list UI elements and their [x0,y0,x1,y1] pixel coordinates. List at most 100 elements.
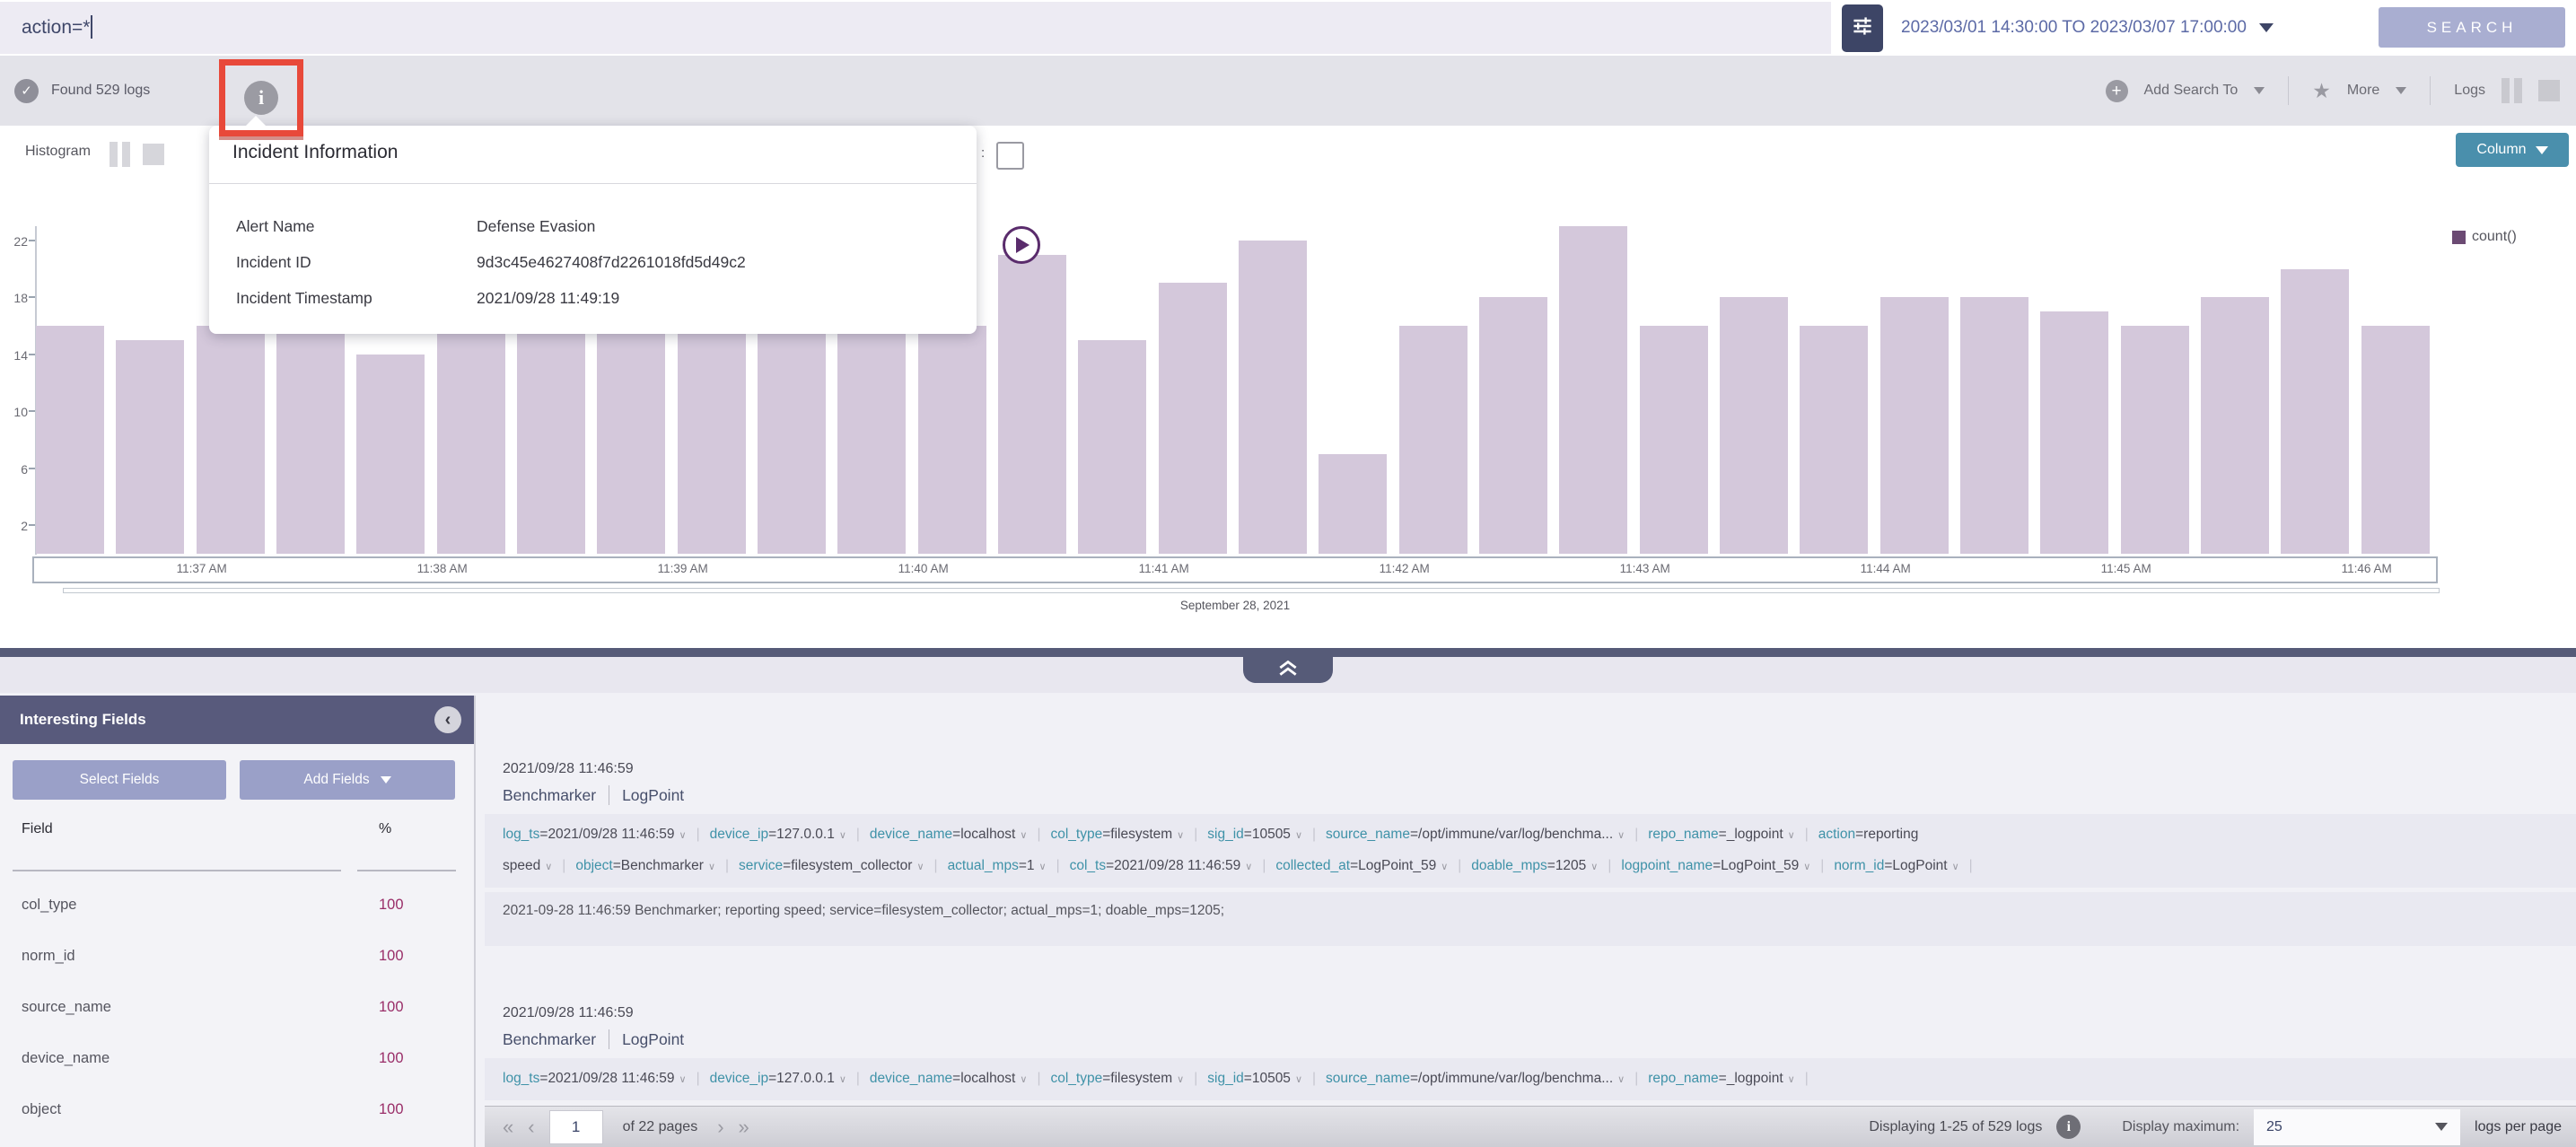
log-norm-policy[interactable]: LogPoint [622,1030,684,1049]
field-value[interactable]: filesystem_collector [791,858,912,873]
field-value[interactable]: _logpoint [1727,827,1783,842]
log-field-chip[interactable]: col_ts=2021/09/28 11:46:59∨ [1070,858,1253,873]
log-source[interactable]: Benchmarker [503,786,596,805]
field-key[interactable]: actual_mps [948,858,1019,873]
histogram-checkbox[interactable] [996,142,1024,170]
log-field-chip[interactable]: device_ip=127.0.0.1∨ [710,1071,846,1086]
field-key[interactable]: sig_id [1207,1071,1244,1086]
log-norm-policy[interactable]: LogPoint [622,786,684,805]
chevron-down-icon[interactable]: ∨ [1788,830,1795,841]
histogram-bar[interactable] [2040,311,2108,554]
log-field-chip[interactable]: service=filesystem_collector∨ [739,858,924,873]
logs-per-page-select[interactable]: 25 [2254,1109,2460,1145]
collapse-histogram-tab[interactable] [1243,656,1333,683]
log-source[interactable]: Benchmarker [503,1030,596,1049]
last-page-button[interactable]: » [739,1117,749,1137]
histogram-bar[interactable] [998,255,1066,554]
histogram-bar[interactable] [2281,269,2349,554]
log-field-chip[interactable]: collected_at=LogPoint_59∨ [1275,858,1448,873]
next-page-button[interactable]: › [717,1117,723,1137]
field-key[interactable]: repo_name [1648,1071,1718,1086]
histogram-bar[interactable] [678,326,746,554]
field-value[interactable]: filesystem [1110,1071,1172,1086]
field-key[interactable]: device_ip [710,827,769,842]
chevron-down-icon[interactable]: ∨ [1295,1074,1302,1085]
log-field-chip[interactable]: source_name=/opt/immune/var/log/benchma.… [1326,1071,1625,1086]
histogram-bar[interactable] [517,326,585,554]
field-key[interactable]: source_name [1326,827,1410,842]
chevron-down-icon[interactable]: ∨ [1441,862,1448,872]
field-key[interactable]: log_ts [503,1071,539,1086]
histogram-bar[interactable] [2201,297,2269,554]
x-axis-strip[interactable]: 11:37 AM11:38 AM11:39 AM11:40 AM11:41 AM… [32,556,2438,583]
play-icon[interactable] [1003,226,1040,264]
field-value[interactable]: 127.0.0.1 [776,827,835,842]
field-value[interactable]: 127.0.0.1 [776,1071,835,1086]
histogram-bar[interactable] [1720,297,1788,554]
field-value[interactable]: /opt/immune/var/log/benchma... [1418,1071,1613,1086]
field-key[interactable]: sig_id [1207,827,1244,842]
histogram-bar[interactable] [597,326,665,554]
chevron-down-icon[interactable]: ∨ [545,862,552,872]
chevron-down-icon[interactable]: ∨ [1803,862,1810,872]
chevron-down-icon[interactable]: ∨ [1952,862,1959,872]
field-value[interactable]: LogPoint [1892,858,1947,873]
log-field-chip[interactable]: sig_id=10505∨ [1207,1071,1302,1086]
log-field-chip[interactable]: device_ip=127.0.0.1∨ [710,827,846,842]
field-key[interactable]: logpoint_name [1621,858,1713,873]
field-name[interactable]: object [0,1101,61,1117]
field-key[interactable]: device_name [870,1071,952,1086]
field-key[interactable]: col_ts [1070,858,1107,873]
log-field-chip[interactable]: norm_id=LogPoint∨ [1834,858,1958,873]
field-name[interactable]: col_type [0,897,76,913]
histogram-bar[interactable] [1559,226,1627,554]
histogram-bar[interactable] [1479,297,1547,554]
field-key[interactable]: action [1818,827,1855,842]
log-field-chip[interactable]: col_type=filesystem∨ [1050,1071,1184,1086]
log-field-chip[interactable]: object=Benchmarker∨ [575,858,715,873]
field-value[interactable]: localhost [960,1071,1015,1086]
histogram-bar[interactable] [197,326,265,554]
log-field-chip[interactable]: repo_name=_logpoint∨ [1648,827,1794,842]
histogram-bar[interactable] [1399,326,1468,554]
field-key[interactable]: collected_at [1275,858,1350,873]
pause-icon[interactable] [2502,78,2522,103]
log-field-chip[interactable]: source_name=/opt/immune/var/log/benchma.… [1326,827,1625,842]
field-row[interactable]: col_type100 [0,880,474,931]
chevron-down-icon[interactable]: ∨ [916,862,924,872]
log-field-chip[interactable]: device_name=localhost∨ [870,827,1028,842]
first-page-button[interactable]: « [503,1117,513,1137]
log-field-chip[interactable]: sig_id=10505∨ [1207,827,1302,842]
collapse-sidebar-button[interactable]: ‹ [434,706,461,733]
log-field-chip[interactable]: doable_mps=1205∨ [1471,858,1598,873]
field-name[interactable]: device_name [0,1050,110,1066]
histogram-bar[interactable] [918,326,986,554]
field-key[interactable]: device_name [870,827,952,842]
chevron-down-icon[interactable]: ∨ [1039,862,1047,872]
field-row[interactable]: norm_id100 [0,931,474,982]
field-key[interactable]: norm_id [1834,858,1884,873]
histogram-bar[interactable] [2121,326,2189,554]
chevron-down-icon[interactable]: ∨ [1617,830,1625,841]
histogram-bar[interactable] [1319,454,1387,554]
field-value[interactable]: LogPoint_59 [1358,858,1436,873]
field-key[interactable]: repo_name [1648,827,1718,842]
field-key[interactable]: source_name [1326,1071,1410,1086]
chevron-down-icon[interactable] [2254,87,2265,94]
stop-icon[interactable] [2538,80,2560,101]
chevron-down-icon[interactable] [2396,87,2406,94]
time-filter-button[interactable] [1842,4,1883,52]
field-value[interactable]: 2021/09/28 11:46:59 [548,827,674,842]
field-key[interactable]: object [575,858,612,873]
chevron-down-icon[interactable]: ∨ [839,1074,846,1085]
histogram-bar[interactable] [1078,340,1146,554]
chevron-down-icon[interactable]: ∨ [1788,1074,1795,1085]
field-key[interactable]: col_type [1050,1071,1102,1086]
chevron-down-icon[interactable]: ∨ [708,862,715,872]
histogram-bar[interactable] [437,326,505,554]
log-field-chip[interactable]: device_name=localhost∨ [870,1071,1028,1086]
field-row[interactable]: collected_at100 [0,1135,474,1147]
chevron-down-icon[interactable]: ∨ [679,830,687,841]
field-key[interactable]: service [739,858,783,873]
histogram-bar[interactable] [116,340,184,554]
